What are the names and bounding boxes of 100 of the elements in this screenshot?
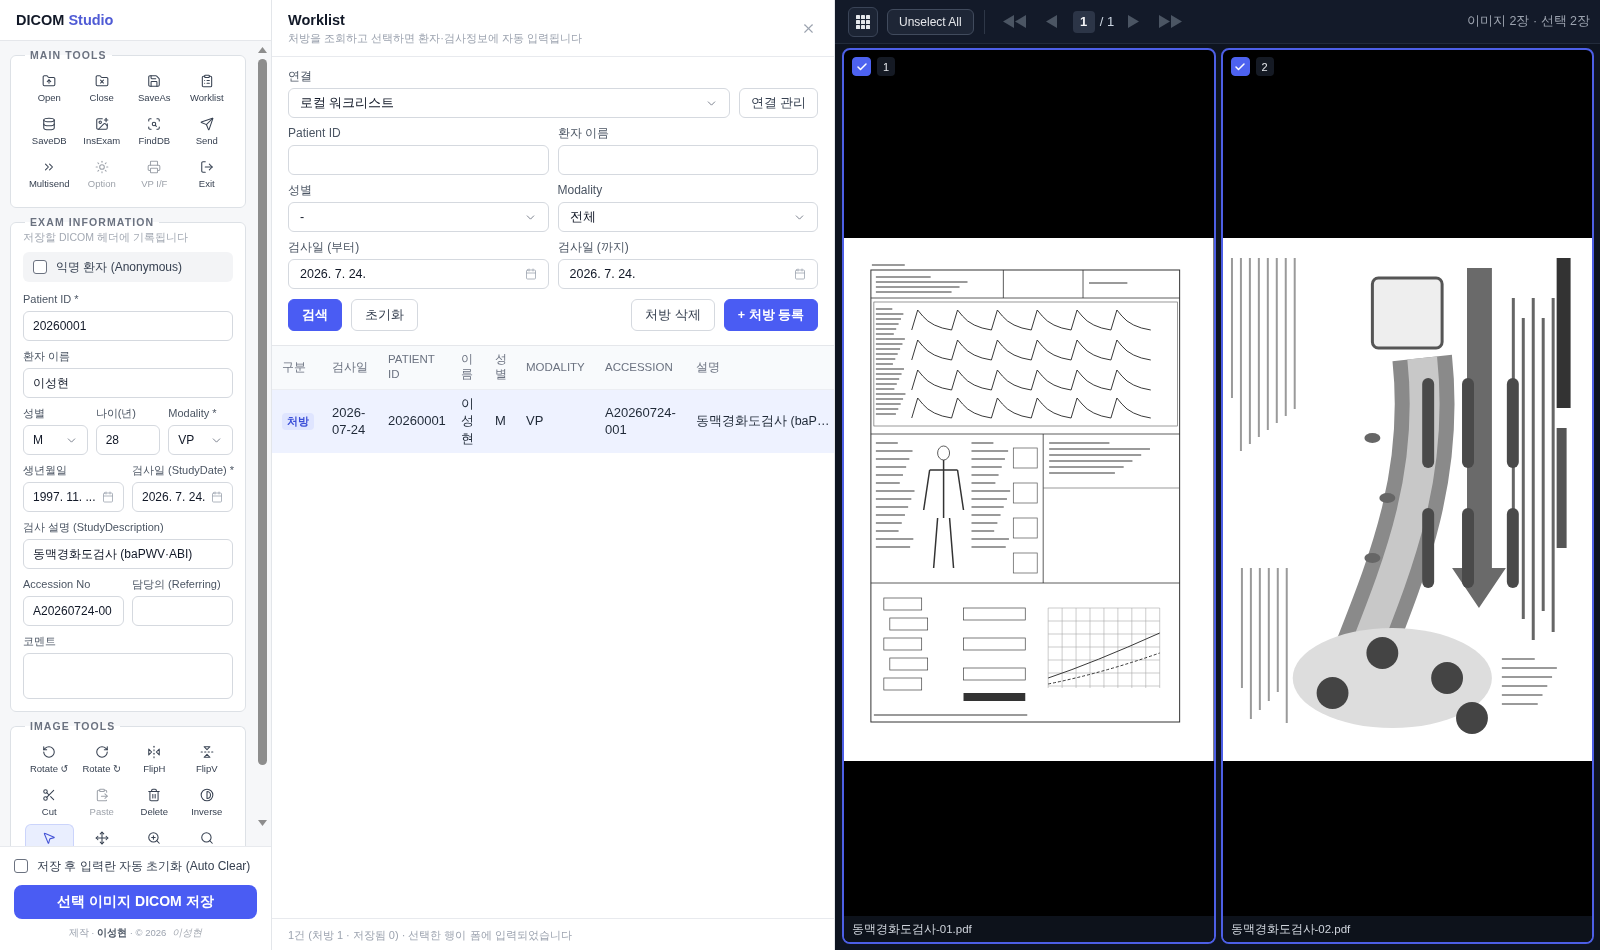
tool-button[interactable]: Send bbox=[182, 110, 231, 152]
tool-button[interactable]: FlipV bbox=[182, 738, 231, 780]
status-tag: 처방 bbox=[282, 413, 314, 431]
image-card[interactable]: 2 동맥경화도검사-02.pdf bbox=[1220, 48, 1594, 944]
calendar-icon bbox=[794, 268, 806, 280]
tool-button[interactable]: Delete bbox=[130, 781, 179, 823]
tool-button[interactable]: Cut bbox=[25, 781, 74, 823]
image-number: 1 bbox=[877, 57, 896, 76]
select-field[interactable]: VP bbox=[168, 425, 233, 455]
calendar-icon bbox=[102, 491, 114, 503]
image-card[interactable]: 1 동맥경화도검사-01.pdf bbox=[842, 48, 1216, 944]
calendar-icon bbox=[524, 268, 537, 280]
table-row[interactable]: 처방 2026-07-24 20260001 이성현 M VP A20260724-001 동맥경화도검사 (baP… bbox=[272, 389, 834, 453]
field-label: 검사일 (부터) bbox=[288, 240, 361, 254]
action-button[interactable]: 처방 삭제 bbox=[631, 299, 715, 331]
action-button[interactable]: 검색 bbox=[288, 299, 342, 331]
checkbox-label: 익명 환자 (Anonymous) bbox=[56, 259, 183, 275]
select-field[interactable]: - bbox=[288, 202, 549, 232]
image-number: 2 bbox=[1255, 57, 1274, 76]
rotate-right-icon bbox=[94, 745, 109, 759]
tool-button[interactable]: Close bbox=[77, 67, 126, 109]
text-field[interactable]: 이성현 bbox=[23, 368, 233, 398]
tool-button[interactable]: Rotate ↻ bbox=[77, 738, 126, 780]
database-icon bbox=[42, 117, 57, 131]
select-field[interactable]: M bbox=[23, 425, 88, 455]
date-field[interactable]: 1997. 11. ... bbox=[23, 482, 124, 512]
field-label: Modality * bbox=[168, 406, 218, 420]
table-cell: 20260001 bbox=[378, 389, 451, 453]
scroll-down-icon[interactable] bbox=[257, 820, 267, 826]
text-field[interactable]: 동맥경화도검사 (baPWV·ABI) bbox=[23, 539, 233, 569]
triangle-left-icon bbox=[1045, 15, 1057, 28]
field-label: 연결 bbox=[288, 69, 313, 83]
calendar-icon bbox=[211, 491, 223, 503]
tool-button[interactable]: InsExam bbox=[77, 110, 126, 152]
column-header[interactable]: 설명 bbox=[686, 346, 834, 389]
checkbox[interactable] bbox=[1230, 57, 1250, 76]
tool-button[interactable] bbox=[25, 824, 74, 846]
status-text: 1건 (처방 1 · 저장됨 0) · 선택한 행이 폼에 입력되었습니다 bbox=[288, 927, 572, 942]
grid-view-button[interactable] bbox=[848, 6, 878, 37]
file-name: 동맥경화도검사-01.pdf bbox=[852, 921, 972, 937]
select-field[interactable]: 로컬 워크리스트 bbox=[288, 88, 730, 118]
move-icon bbox=[94, 831, 109, 845]
signature: 이성현 bbox=[172, 927, 203, 939]
text-field[interactable]: A20260724-00 bbox=[23, 596, 124, 626]
check-icon bbox=[1234, 60, 1246, 73]
tool-button[interactable]: FlipH bbox=[130, 738, 179, 780]
table-cell: 이성현 bbox=[451, 389, 485, 453]
clipboard-list-icon bbox=[199, 74, 214, 88]
folder-up-icon bbox=[42, 74, 57, 88]
text-field[interactable] bbox=[557, 145, 818, 175]
field-label: 검사 설명 (StudyDescription) bbox=[23, 520, 165, 534]
tool-button[interactable]: Exit bbox=[182, 153, 231, 195]
scrollbar-thumb[interactable] bbox=[257, 59, 267, 765]
contrast-icon bbox=[199, 788, 214, 802]
sun-icon bbox=[94, 160, 109, 174]
text-field[interactable] bbox=[288, 145, 549, 175]
column-header[interactable]: 이름 bbox=[451, 346, 485, 389]
tool-button[interactable]: FindDB bbox=[130, 110, 179, 152]
column-header[interactable]: PATIENT ID bbox=[378, 346, 451, 389]
panel-title: Worklist bbox=[288, 11, 346, 29]
save-dicom-button[interactable]: 선택 이미지 DICOM 저장 bbox=[14, 885, 257, 919]
page-number-field[interactable]: 1 bbox=[1072, 10, 1095, 33]
table-cell: A20260724-001 bbox=[595, 389, 686, 453]
tool-button[interactable]: Multisend bbox=[25, 153, 74, 195]
column-header[interactable]: MODALITY bbox=[516, 346, 595, 389]
field-label: Patient ID bbox=[288, 126, 342, 140]
column-header[interactable]: ACCESSION bbox=[595, 346, 686, 389]
text-field[interactable] bbox=[132, 596, 233, 626]
tool-button[interactable]: SaveAs bbox=[130, 67, 179, 109]
checkbox[interactable] bbox=[14, 859, 28, 873]
date-field[interactable]: 2026. 7. 24. bbox=[288, 259, 549, 289]
checkbox[interactable] bbox=[33, 260, 47, 274]
field-label: Accession No bbox=[23, 577, 92, 591]
select-field[interactable]: 전체 bbox=[557, 202, 818, 232]
field-label: 환자 이름 bbox=[557, 126, 610, 140]
app-title: DICOM Studio bbox=[16, 11, 114, 29]
checkbox[interactable] bbox=[852, 57, 871, 76]
action-button[interactable]: + 처방 등록 bbox=[723, 299, 818, 331]
manage-connection-button[interactable]: 연결 관리 bbox=[738, 88, 818, 118]
paper-plane-icon bbox=[199, 117, 214, 131]
section-title: MAIN TOOLS bbox=[29, 49, 108, 62]
unselect-all-button[interactable]: Unselect All bbox=[887, 8, 974, 35]
scroll-up-icon[interactable] bbox=[257, 47, 267, 53]
date-field[interactable]: 2026. 7. 24. bbox=[132, 482, 233, 512]
tool-button[interactable]: SaveDB bbox=[25, 110, 74, 152]
image-plus-icon bbox=[94, 117, 109, 131]
tool-button[interactable]: Rotate ↺ bbox=[25, 738, 74, 780]
folder-x-icon bbox=[94, 74, 109, 88]
column-header[interactable]: 구분 bbox=[272, 346, 322, 389]
selection-summary: 이미지 2장 · 선택 2장 bbox=[1467, 13, 1590, 30]
tool-button[interactable]: Open bbox=[25, 67, 74, 109]
tool-button[interactable]: Worklist bbox=[182, 67, 231, 109]
date-field[interactable]: 2026. 7. 24. bbox=[557, 259, 818, 289]
column-header[interactable]: 성별 bbox=[485, 346, 516, 389]
tool-button[interactable]: Inverse bbox=[182, 781, 231, 823]
column-header[interactable]: 검사일 bbox=[322, 346, 378, 389]
text-field[interactable]: 20260001 bbox=[23, 311, 233, 341]
panel-subtitle: 처방을 조회하고 선택하면 환자·검사정보에 자동 입력됩니다 bbox=[288, 31, 582, 45]
action-button[interactable]: 초기화 bbox=[351, 299, 418, 331]
text-field[interactable]: 28 bbox=[95, 425, 161, 455]
